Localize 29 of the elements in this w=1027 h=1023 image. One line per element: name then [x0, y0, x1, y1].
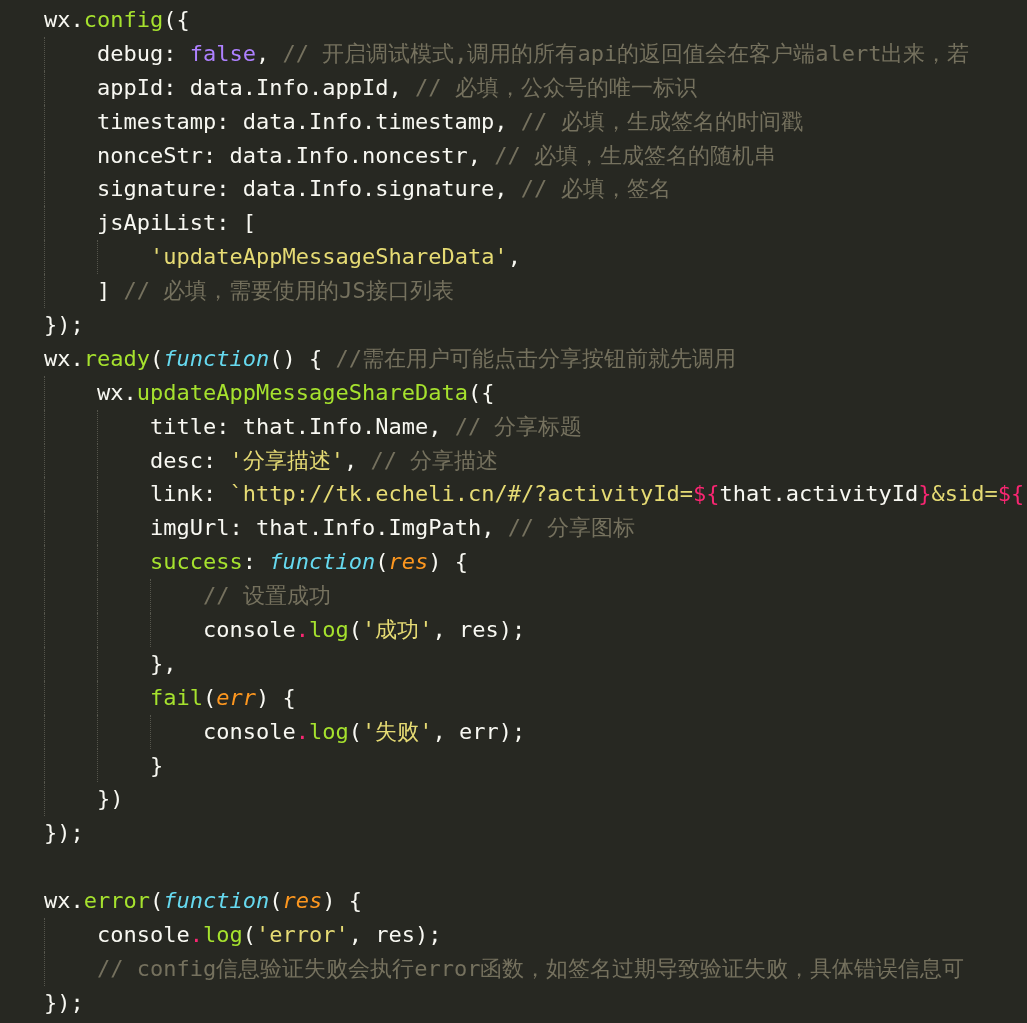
code-line: }); — [44, 819, 84, 848]
code-line: // config信息验证失败会执行error函数，如签名过期导致验证失败，具体错误信息可 — [97, 954, 965, 983]
code-line: wx.config({ — [44, 6, 190, 34]
code-line: wx.ready(function() { //需在用户可能点击分享按钮前就先调用 — [44, 344, 736, 373]
code-line: 'updateAppMessageShareData', — [150, 243, 521, 272]
code-line: link: `http://tk.echeli.cn/#/?activityId=${that.activityId}&sid=${ — [150, 480, 1025, 509]
code-line: }); — [44, 311, 84, 339]
code-line: jsApiList: [ — [97, 209, 256, 238]
code-line: desc: '分享描述', // 分享描述 — [150, 446, 499, 475]
code-line: }) — [97, 785, 124, 814]
code-line: debug: false, // 开启调试模式,调用的所有api的返回值会在客户端alert出来，若 — [97, 39, 970, 68]
code-line: fail(err) { — [150, 683, 296, 712]
code-line: nonceStr: data.Info.noncestr, // 必填，生成签名的随机串 — [97, 141, 777, 170]
code-line: } — [150, 751, 164, 780]
code-line: timestamp: data.Info.timestamp, // 必填，生成签名的时间戳 — [97, 107, 803, 136]
code-line: ] // 必填，需要使用的JS接口列表 — [97, 277, 454, 306]
code-line: console.log('error', res); — [97, 921, 442, 950]
code-line: appId: data.Info.appId, // 必填，公众号的唯一标识 — [97, 73, 697, 102]
code-line: wx.updateAppMessageShareData({ — [97, 378, 495, 407]
code-line: console.log('失败', err); — [203, 717, 526, 746]
code-line: title: that.Info.Name, // 分享标题 — [150, 412, 583, 441]
code-line: console.log('成功', res); — [203, 616, 526, 645]
code-line: // 设置成功 — [203, 582, 331, 611]
code-line: }, — [150, 649, 177, 678]
code-line: imgUrl: that.Info.ImgPath, // 分享图标 — [150, 514, 636, 543]
code-line: success: function(res) { — [150, 548, 468, 577]
code-line: signature: data.Info.signature, // 必填，签名 — [97, 175, 671, 204]
code-line: wx.error(function(res) { — [44, 887, 362, 916]
code-line: }); — [44, 988, 84, 1017]
